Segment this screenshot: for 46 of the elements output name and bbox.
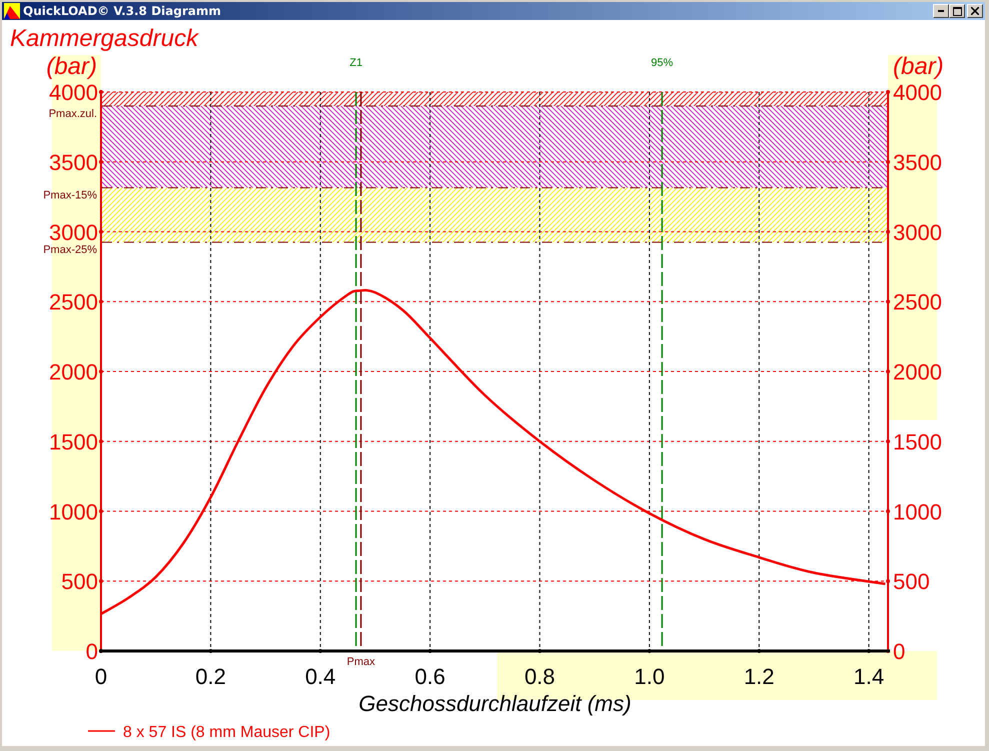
marker-label: Z1 (350, 57, 362, 69)
tick-label: 1.4 (854, 664, 884, 689)
tick-label: 3500 (49, 150, 98, 175)
tick-label: 0.6 (414, 664, 446, 689)
tick-label: 2500 (893, 290, 942, 315)
minimize-icon (938, 10, 944, 12)
marker-label: 95% (651, 57, 674, 69)
tick-label: 4000 (49, 80, 98, 105)
tick-label: 1500 (893, 429, 942, 454)
minimize-button[interactable] (933, 4, 949, 18)
tick-label: 0.4 (305, 664, 336, 689)
tick-label: 3000 (49, 220, 98, 245)
close-icon (971, 7, 979, 15)
legend-line (88, 730, 115, 732)
window-title: QuickLOAD© V.3.8 Diagramm (23, 3, 222, 20)
axis-title: Kammergasdruck (10, 25, 198, 52)
tick-label: 1500 (49, 429, 98, 454)
tick-label: 0 (893, 639, 906, 664)
axis-unit: (bar) (893, 53, 944, 80)
tick-label: 500 (893, 569, 930, 594)
axis-unit: (bar) (46, 53, 97, 80)
tick-label: 2500 (49, 290, 98, 315)
close-button[interactable] (967, 4, 983, 18)
tick-label: 2000 (893, 360, 942, 384)
tick-label: 1.0 (634, 664, 665, 689)
legend-label: 8 x 57 IS (8 mm Mauser CIP) (123, 724, 330, 741)
maximize-button[interactable] (949, 4, 965, 18)
tick-label: 3500 (893, 150, 942, 175)
tick-label: 500 (61, 569, 98, 594)
axis-title: Geschossdurchlaufzeit (ms) (358, 691, 632, 716)
tick-label: 0.2 (195, 664, 226, 689)
tick-label: 3000 (893, 220, 942, 245)
limit-label: Pmax.zul. (48, 108, 97, 120)
limit-label: Pmax-15% (43, 190, 97, 202)
app-icon (4, 3, 20, 19)
tick-label: 0 (94, 664, 108, 689)
tick-label: 1000 (893, 499, 942, 524)
tick-label: 2000 (49, 360, 98, 384)
tick-label: 1000 (49, 499, 98, 524)
marker-label: Pmax (346, 656, 376, 668)
maximize-icon (952, 6, 962, 16)
limit-label: Pmax-25% (43, 244, 97, 256)
tick-label: 0 (86, 639, 98, 664)
tick-label: 4000 (893, 80, 942, 105)
tick-label: 1.2 (744, 664, 774, 689)
tick-label: 0.8 (524, 664, 556, 689)
